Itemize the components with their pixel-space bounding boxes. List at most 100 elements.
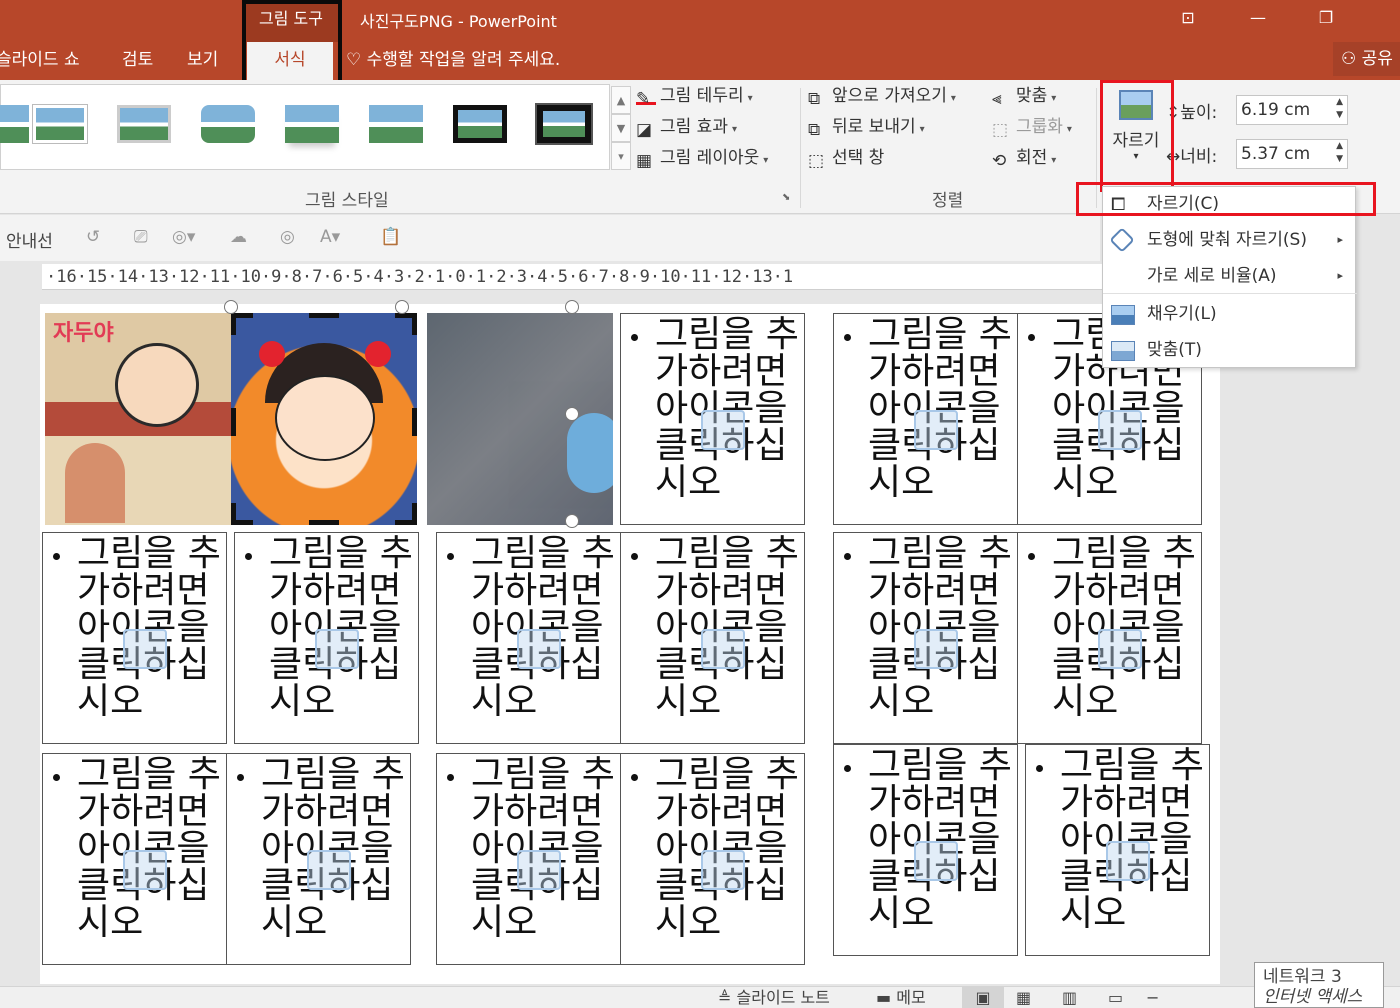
resize-handle[interactable] <box>565 407 579 421</box>
insert-picture-icon[interactable] <box>914 410 958 450</box>
style-thumb[interactable] <box>197 99 259 149</box>
minimize-icon[interactable]: — <box>1238 4 1278 32</box>
picture-placeholder[interactable]: 그림을 추가하려면 아이콘을 클릭하십시오 <box>436 532 621 744</box>
picture-effects-button[interactable]: ◪ 그림 효과 ▾ <box>636 115 737 142</box>
style-thumb[interactable] <box>449 99 511 149</box>
insert-picture-icon[interactable] <box>701 850 745 890</box>
slideshow-icon[interactable]: ▭ <box>1108 987 1123 1008</box>
style-thumb[interactable] <box>533 99 595 149</box>
picture-placeholder[interactable]: 그림을 추가하려면 아이콘을 클릭하십시오 <box>42 532 227 744</box>
zoom-out-icon[interactable]: − <box>1146 987 1159 1008</box>
guides-label[interactable]: 안내선 <box>6 227 53 252</box>
style-thumb[interactable] <box>113 99 175 149</box>
width-field[interactable]: 5.37 cm ▲ ▼ <box>1236 139 1348 169</box>
align-button[interactable]: ⫷ 맞춤 ▾ <box>992 84 1056 111</box>
group-button[interactable]: ⬚ 그룹화 ▾ <box>992 115 1072 142</box>
insert-picture-icon[interactable] <box>701 629 745 669</box>
insert-picture-icon[interactable] <box>1106 841 1150 881</box>
crop-handle[interactable] <box>412 503 417 525</box>
dialog-launcher-icon[interactable]: ⬊ <box>782 192 790 203</box>
picture-styles-gallery[interactable] <box>0 84 610 170</box>
insert-picture-icon[interactable] <box>123 629 167 669</box>
crop-handle[interactable] <box>231 408 236 436</box>
bring-forward-button[interactable]: ⧉ 앞으로 가져오기 ▾ <box>808 84 956 111</box>
insert-picture-icon[interactable] <box>307 850 351 890</box>
notes-button[interactable]: ≜ 슬라이드 노트 <box>718 987 830 1008</box>
crop-handle[interactable] <box>412 408 417 436</box>
resize-handle[interactable] <box>395 300 409 314</box>
resize-handle[interactable] <box>224 300 238 314</box>
picture-placeholder[interactable]: 그림을 추가하려면 아이콘을 클릭하십시오 <box>234 532 419 744</box>
restore-icon[interactable]: ❐ <box>1306 4 1346 32</box>
gallery-more-icon[interactable]: ▾ <box>611 142 631 170</box>
cartoon-figure <box>65 443 125 523</box>
crop-handle[interactable] <box>309 313 339 318</box>
gallery-up-icon[interactable]: ▲ <box>611 86 631 114</box>
selection-pane-button[interactable]: ⬚ 선택 창 <box>808 146 884 171</box>
picture-placeholder[interactable]: 그림을 추가하려면 아이콘을 클릭하십시오 <box>833 313 1018 525</box>
height-field[interactable]: 6.19 cm ▲ ▼ <box>1236 95 1348 125</box>
insert-picture-icon[interactable] <box>315 629 359 669</box>
insert-picture-icon[interactable] <box>517 629 561 669</box>
circles-icon[interactable]: ◎ <box>280 227 295 247</box>
menu-item-crop-to-shape[interactable]: 도형에 맞춰 자르기(S) ▸ <box>1103 223 1357 259</box>
comments-button[interactable]: ▬ 메모 <box>876 987 926 1008</box>
tab-review[interactable]: 검토 <box>122 46 153 76</box>
style-thumb[interactable] <box>281 99 343 149</box>
style-thumb[interactable] <box>29 99 91 149</box>
menu-item-aspect-ratio[interactable]: 가로 세로 비율(A) ▸ <box>1103 259 1357 295</box>
spin-arrows-icon[interactable]: ▲ ▼ <box>1336 140 1343 166</box>
picture-placeholder[interactable]: 그림을 추가하려면 아이콘을 클릭하십시오 <box>1025 744 1210 956</box>
resize-handle[interactable] <box>565 514 579 528</box>
picture-placeholder[interactable]: 그림을 추가하려면 아이콘을 클릭하십시오 <box>42 753 227 965</box>
insert-picture-icon[interactable] <box>1098 410 1142 450</box>
picture-placeholder[interactable]: 그림을 추가하려면 아이콘을 클릭하십시오 <box>436 753 621 965</box>
slide-sorter-icon[interactable]: ▦ <box>1016 987 1031 1008</box>
cartoon-picture-1[interactable]: 자두야 <box>45 313 231 525</box>
present-icon[interactable]: ⎚ <box>134 227 148 247</box>
spin-arrows-icon[interactable]: ▲ ▼ <box>1336 96 1343 122</box>
reading-view-icon[interactable]: ▥ <box>1062 987 1077 1008</box>
picture-placeholder[interactable]: 그림을 추가하려면 아이콘을 클릭하십시오 <box>620 313 805 525</box>
rotate-button[interactable]: ⟲ 회전 ▾ <box>992 146 1056 173</box>
picture-placeholder[interactable]: 그림을 추가하려면 아이콘을 클릭하십시오 <box>833 532 1018 744</box>
crop-handle[interactable] <box>412 313 417 335</box>
tell-me-search[interactable]: ♡ 수행할 작업을 알려 주세요. <box>346 46 560 74</box>
picture-placeholder[interactable]: 그림을 추가하려면 아이콘을 클릭하십시오 <box>620 532 805 744</box>
cartoon-picture-2-selected[interactable] <box>231 313 417 525</box>
ribbon-display-icon[interactable]: ⊡ <box>1168 4 1208 32</box>
resize-handle[interactable] <box>565 300 579 314</box>
style-thumb[interactable] <box>365 99 427 149</box>
picture-placeholder[interactable]: 그림을 추가하려면 아이콘을 클릭하십시오 <box>1017 532 1202 744</box>
text-fill-icon[interactable]: A▾ <box>320 227 340 247</box>
crop-handle[interactable] <box>231 313 236 335</box>
undo-icon[interactable]: ↺ <box>86 227 100 247</box>
crop-handle[interactable] <box>309 520 339 525</box>
insert-picture-icon[interactable] <box>914 841 958 881</box>
insert-picture-icon[interactable] <box>517 850 561 890</box>
share-button[interactable]: ⚇ 공유 <box>1333 42 1400 76</box>
insert-picture-icon[interactable] <box>1098 629 1142 669</box>
insert-picture-icon[interactable] <box>914 629 958 669</box>
cartoon-picture-3-cropped-area[interactable] <box>427 313 613 525</box>
paste-icon[interactable]: 📋 <box>380 227 401 247</box>
tab-slideshow[interactable]: 슬라이드 쇼 <box>0 46 80 76</box>
width-label-text: 너비: <box>1180 147 1218 167</box>
tab-view[interactable]: 보기 <box>187 46 218 76</box>
picture-layout-button[interactable]: ▦ 그림 레이아웃 ▾ <box>636 146 768 173</box>
menu-item-fit[interactable]: 맞춤(T) <box>1103 333 1357 369</box>
gallery-down-icon[interactable]: ▼ <box>611 114 631 142</box>
picture-placeholder[interactable]: 그림을 추가하려면 아이콘을 클릭하십시오 <box>226 753 411 965</box>
normal-view-icon[interactable]: ▣ <box>962 987 1004 1008</box>
cloud-icon[interactable]: ☁ <box>230 227 247 247</box>
picture-placeholder[interactable]: 그림을 추가하려면 아이콘을 클릭하십시오 <box>833 744 1018 956</box>
picture-placeholder[interactable]: 그림을 추가하려면 아이콘을 클릭하십시오 <box>620 753 805 965</box>
insert-picture-icon[interactable] <box>123 850 167 890</box>
send-backward-button[interactable]: ⧉ 뒤로 보내기 ▾ <box>808 115 925 142</box>
pencil-icon: ✎ <box>636 87 656 109</box>
insert-picture-icon[interactable] <box>701 410 745 450</box>
menu-item-fill[interactable]: 채우기(L) <box>1103 297 1357 333</box>
picture-border-button[interactable]: ✎ 그림 테두리 ▾ <box>636 84 753 111</box>
crop-handle[interactable] <box>231 503 236 525</box>
shape-icon[interactable]: ◎▾ <box>172 227 195 247</box>
